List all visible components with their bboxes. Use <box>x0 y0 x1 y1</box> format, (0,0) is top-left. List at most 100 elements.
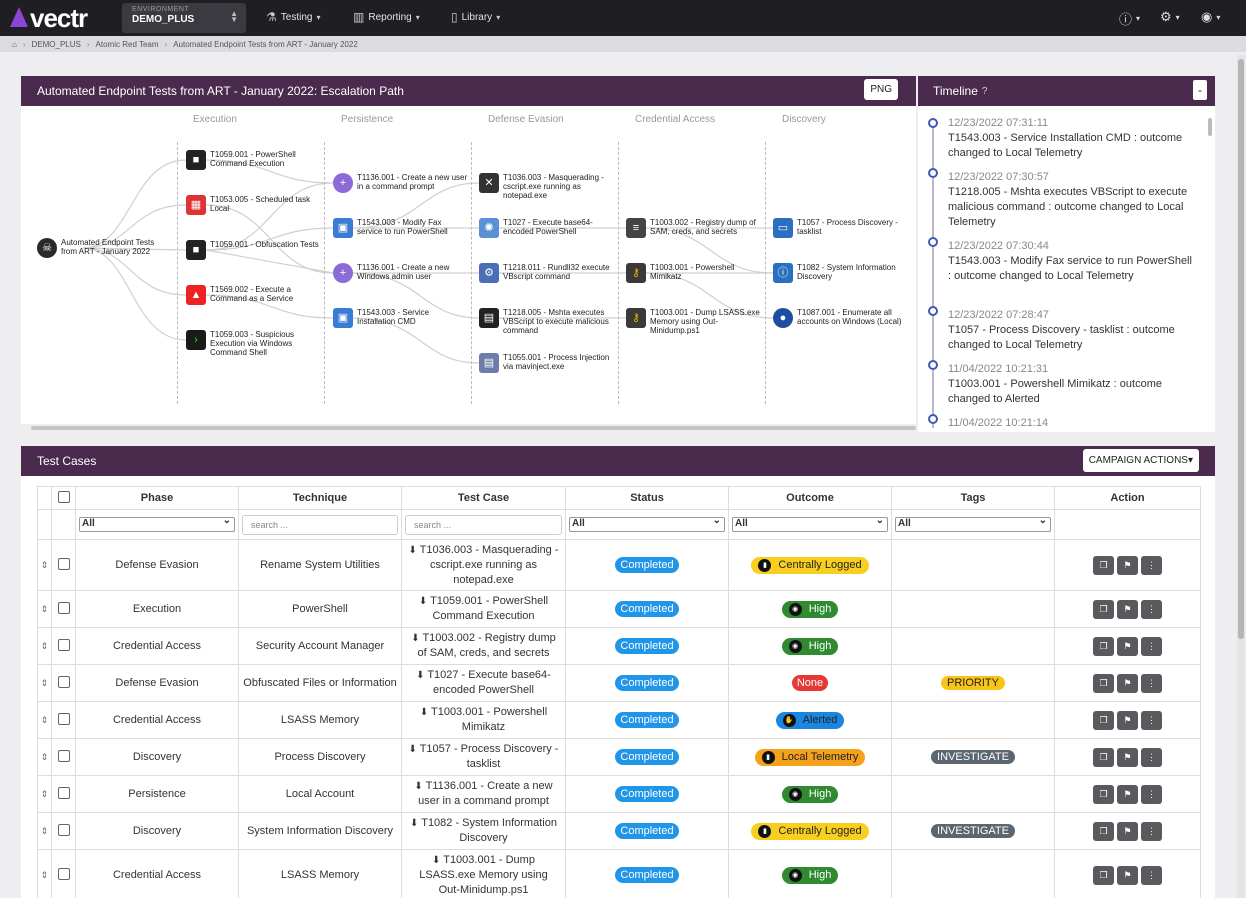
table-row[interactable]: ⇕ Credential Access LSASS Memory ⬇ T1003.00… <box>37 849 1201 898</box>
row-checkbox[interactable] <box>57 712 70 725</box>
select-all-checkbox[interactable] <box>57 490 70 503</box>
tag-icon[interactable]: ⚑ <box>1117 865 1138 885</box>
drag-handle-icon[interactable]: ⇕ <box>41 560 49 570</box>
status-badge[interactable]: Completed <box>615 823 679 839</box>
outcome-badge[interactable]: ◉ High <box>781 866 839 884</box>
user-menu[interactable]: ◉ ▾ <box>1201 9 1220 25</box>
copy-icon[interactable]: ❐ <box>1093 865 1114 885</box>
status-badge[interactable]: Completed <box>615 867 679 883</box>
breadcrumb-campaign[interactable]: Automated Endpoint Tests from ART - Janu… <box>173 40 358 49</box>
tag-icon[interactable]: ⚑ <box>1117 599 1138 619</box>
row-checkbox[interactable] <box>57 823 70 836</box>
outcome-badge[interactable]: ▮ Centrally Logged <box>751 822 869 840</box>
tag-icon[interactable]: ⚑ <box>1117 673 1138 693</box>
test-case-cell[interactable]: ⬇ T1059.001 - PowerShell Command Executi… <box>401 590 566 628</box>
header-technique[interactable]: Technique <box>238 486 402 510</box>
table-row[interactable]: ⇕ Persistence Local Account ⬇ T1136.001 - C… <box>37 775 1201 813</box>
download-icon[interactable]: ⬇ <box>414 781 425 792</box>
more-options-icon[interactable]: ⋮ <box>1141 555 1162 575</box>
scrollbar-thumb[interactable] <box>1238 59 1244 639</box>
drag-handle-icon[interactable]: ⇕ <box>41 826 49 836</box>
row-checkbox[interactable] <box>57 557 70 570</box>
more-options-icon[interactable]: ⋮ <box>1141 747 1162 767</box>
page-scrollbar[interactable] <box>1237 55 1245 898</box>
status-badge[interactable]: Completed <box>615 786 679 802</box>
status-filter-select[interactable]: All <box>569 515 725 532</box>
tag-icon[interactable]: ⚑ <box>1117 636 1138 656</box>
test-case-cell[interactable]: ⬇ T1057 - Process Discovery - tasklist <box>401 738 566 776</box>
help-icon[interactable]: ? <box>982 86 988 97</box>
test-case-name[interactable]: T1057 - Process Discovery - tasklist <box>420 743 559 770</box>
node-discovery[interactable]: ▭ T1057 - Process Discovery - tasklist <box>773 218 908 238</box>
copy-icon[interactable]: ❐ <box>1093 599 1114 619</box>
node-defense-evasion[interactable]: ▤ T1055.001 - Process Injection via mavin… <box>479 353 614 373</box>
vectr-logo[interactable]: vectr <box>10 3 118 34</box>
row-checkbox[interactable] <box>57 601 70 614</box>
download-icon[interactable]: ⬇ <box>409 744 420 755</box>
tag-icon[interactable]: ⚑ <box>1117 784 1138 804</box>
test-case-cell[interactable]: ⬇ T1003.001 - Dump LSASS.exe Memory usin… <box>401 849 566 898</box>
download-icon[interactable]: ⬇ <box>419 596 430 607</box>
phase-filter-select[interactable]: All <box>79 515 235 532</box>
node-credential-access[interactable]: ⚷ T1003.001 - Powershell Mimikatz <box>626 263 761 283</box>
status-badge[interactable]: Completed <box>615 638 679 654</box>
outcome-badge[interactable]: ▮ Local Telemetry <box>754 748 866 766</box>
outcome-badge[interactable]: ✋ Alerted <box>775 711 845 729</box>
copy-icon[interactable]: ❐ <box>1093 784 1114 804</box>
more-options-icon[interactable]: ⋮ <box>1141 865 1162 885</box>
node-persistence[interactable]: ▣ T1543.003 - Service Installation CMD <box>333 308 468 328</box>
root-node[interactable]: ☠ Automated Endpoint Tests from ART - Ja… <box>37 238 172 258</box>
row-checkbox[interactable] <box>57 675 70 688</box>
test-case-cell[interactable]: ⬇ T1003.002 - Registry dump of SAM, cred… <box>401 627 566 665</box>
nav-library[interactable]: ▯ Library ▾ <box>451 10 500 24</box>
table-row[interactable]: ⇕ Discovery Process Discovery ⬇ T1057 - Pro… <box>37 738 1201 776</box>
row-checkbox[interactable] <box>57 749 70 762</box>
status-badge[interactable]: Completed <box>615 557 679 573</box>
status-badge[interactable]: Completed <box>615 601 679 617</box>
drag-handle-icon[interactable]: ⇕ <box>41 715 49 725</box>
node-discovery[interactable]: ● T1087.001 - Enumerate all accounts on W… <box>773 308 908 328</box>
more-options-icon[interactable]: ⋮ <box>1141 821 1162 841</box>
node-credential-access[interactable]: ≡ T1003.002 - Registry dump of SAM, creds… <box>626 218 761 238</box>
breadcrumb-project[interactable]: Atomic Red Team <box>96 40 159 49</box>
download-icon[interactable]: ⬇ <box>416 670 427 681</box>
node-execution[interactable]: ■ T1059.001 - PowerShell Command Executio… <box>186 150 321 170</box>
copy-icon[interactable]: ❐ <box>1093 747 1114 767</box>
test-case-name[interactable]: T1003.002 - Registry dump of SAM, creds,… <box>417 632 555 659</box>
download-icon[interactable]: ⬇ <box>432 855 443 866</box>
test-case-name[interactable]: T1027 - Execute base64-encoded PowerShel… <box>427 669 551 696</box>
drag-handle-icon[interactable]: ⇕ <box>41 604 49 614</box>
test-case-name[interactable]: T1082 - System Information Discovery <box>421 817 557 844</box>
drag-handle-icon[interactable]: ⇕ <box>41 641 49 651</box>
tag-badge[interactable]: INVESTIGATE <box>931 824 1015 838</box>
download-icon[interactable]: ⬇ <box>411 633 422 644</box>
test-case-name[interactable]: T1059.001 - PowerShell Command Execution <box>430 595 548 622</box>
status-badge[interactable]: Completed <box>615 712 679 728</box>
png-export-button[interactable]: PNG <box>864 79 898 100</box>
test-case-name[interactable]: T1003.001 - Powershell Mimikatz <box>431 706 547 733</box>
copy-icon[interactable]: ❐ <box>1093 673 1114 693</box>
test-case-cell[interactable]: ⬇ T1003.001 - Powershell Mimikatz <box>401 701 566 739</box>
technique-search-input[interactable]: search ... <box>242 514 398 535</box>
environment-selector[interactable]: ENVIRONMENT DEMO_PLUS ▲ ▼ <box>122 3 246 33</box>
download-icon[interactable]: ⬇ <box>420 707 431 718</box>
test-case-cell[interactable]: ⬇ T1027 - Execute base64-encoded PowerSh… <box>401 664 566 702</box>
more-options-icon[interactable]: ⋮ <box>1141 784 1162 804</box>
status-badge[interactable]: Completed <box>615 675 679 691</box>
test-case-name[interactable]: T1036.003 - Masquerading - cscript.exe r… <box>420 544 559 586</box>
row-checkbox[interactable] <box>57 786 70 799</box>
row-checkbox[interactable] <box>57 638 70 651</box>
scrollbar-thumb[interactable] <box>31 426 916 430</box>
nav-testing[interactable]: ⚗ Testing ▾ <box>266 10 320 24</box>
download-icon[interactable]: ⬇ <box>410 818 421 829</box>
status-badge[interactable]: Completed <box>615 749 679 765</box>
tag-badge[interactable]: PRIORITY <box>941 676 1005 690</box>
tag-icon[interactable]: ⚑ <box>1117 710 1138 730</box>
drag-handle-icon[interactable]: ⇕ <box>41 789 49 799</box>
node-execution[interactable]: ■ T1059.001 - Obfuscation Tests <box>186 240 321 260</box>
node-defense-evasion[interactable]: ✕ T1036.003 - Masquerading - cscript.exe … <box>479 173 614 200</box>
node-discovery[interactable]: ⓘ T1082 - System Information Discovery <box>773 263 908 283</box>
test-case-name[interactable]: T1136.001 - Create a new user in a comma… <box>418 780 553 807</box>
tag-icon[interactable]: ⚑ <box>1117 747 1138 767</box>
outcome-badge[interactable]: None <box>791 675 829 691</box>
